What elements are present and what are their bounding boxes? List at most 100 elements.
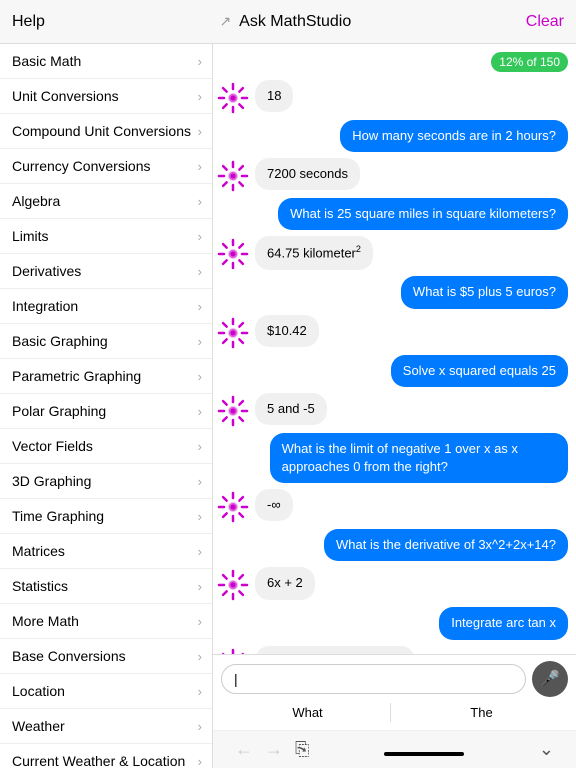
bot-message: 6x + 2: [255, 567, 315, 599]
sidebar-item-label: Base Conversions: [12, 648, 126, 664]
sidebar-item[interactable]: Current Weather & Location ›: [0, 744, 212, 768]
user-message: What is the derivative of 3x^2+2x+14?: [324, 529, 568, 561]
msg-row: Solve x squared equals 25: [217, 355, 568, 387]
sidebar-item[interactable]: Unit Conversions ›: [0, 79, 212, 114]
bot-avatar: [217, 160, 249, 192]
sidebar-item[interactable]: Polar Graphing›: [0, 394, 212, 429]
msg-row: 7200 seconds: [217, 158, 568, 192]
msg-row: What is $5 plus 5 euros?: [217, 276, 568, 308]
sidebar-item[interactable]: Basic Math ›: [0, 44, 212, 79]
msg-row: 18: [217, 80, 568, 114]
autocomplete-what[interactable]: What: [225, 703, 391, 722]
sidebar-item-label: Integration: [12, 298, 78, 314]
header-title: Ask MathStudio: [239, 13, 351, 31]
chevron-right-icon: ›: [198, 369, 202, 384]
chevron-right-icon: ›: [198, 334, 202, 349]
sidebar-item[interactable]: Matrices ›: [0, 534, 212, 569]
sidebar-item[interactable]: Derivatives›: [0, 254, 212, 289]
sidebar-item[interactable]: Integration ›: [0, 289, 212, 324]
bot-avatar: [217, 395, 249, 427]
sidebar-item[interactable]: Limits ›: [0, 219, 212, 254]
chevron-right-icon: ›: [198, 89, 202, 104]
input-row: 🎤: [221, 661, 568, 697]
sidebar-item-label: Matrices: [12, 543, 65, 559]
mic-button[interactable]: 🎤: [532, 661, 568, 697]
sidebar-item-label: 3D Graphing: [12, 473, 91, 489]
percent-badge: 12% of 150: [491, 52, 568, 72]
clipboard-button[interactable]: ⎘: [289, 737, 315, 762]
redo-button[interactable]: →: [259, 737, 289, 762]
chevron-right-icon: ›: [198, 299, 202, 314]
user-message: Integrate arc tan x: [439, 607, 568, 639]
sidebar-item-label: Polar Graphing: [12, 403, 106, 419]
sidebar-item-label: Unit Conversions: [12, 88, 119, 104]
user-message: Solve x squared equals 25: [391, 355, 568, 387]
sidebar-item[interactable]: Parametric Graphing›: [0, 359, 212, 394]
sidebar-item[interactable]: Compound Unit Conversions›: [0, 114, 212, 149]
clear-button[interactable]: Clear: [526, 13, 564, 31]
sidebar: Basic Math›Unit Conversions›Compound Uni…: [0, 44, 213, 768]
chevron-right-icon: ›: [198, 579, 202, 594]
sidebar-item[interactable]: Vector Fields ›: [0, 429, 212, 464]
user-message: What is $5 plus 5 euros?: [401, 276, 568, 308]
bottom-toolbar: ← → ⎘ ⌄: [213, 730, 576, 768]
bot-message: −½ ln(x2 + 1) + xatan(x): [255, 646, 415, 655]
user-message: What is 25 square miles in square kilome…: [278, 198, 568, 230]
sidebar-item[interactable]: Basic Graphing ›: [0, 324, 212, 359]
chevron-right-icon: ›: [198, 544, 202, 559]
expand-icon[interactable]: ↗: [219, 13, 231, 30]
bot-avatar: [217, 317, 249, 349]
msg-row: What is the derivative of 3x^2+2x+14?: [217, 529, 568, 561]
home-indicator: [384, 752, 464, 756]
chevron-right-icon: ›: [198, 509, 202, 524]
chevron-right-icon: ›: [198, 159, 202, 174]
chat-input[interactable]: [221, 664, 526, 694]
user-message: What is the limit of negative 1 over x a…: [270, 433, 568, 483]
keyboard-hide-button[interactable]: ⌄: [533, 737, 560, 762]
sidebar-item-label: Derivatives: [12, 263, 81, 279]
bot-message: 64.75 kilometer2: [255, 236, 373, 270]
sidebar-item-label: Current Weather & Location: [12, 753, 185, 768]
input-bar: 🎤 What The: [213, 654, 576, 730]
chevron-right-icon: ›: [198, 719, 202, 734]
msg-row: 5 and -5: [217, 393, 568, 427]
autocomplete-row: What The: [221, 701, 568, 724]
help-button[interactable]: Help: [12, 13, 45, 31]
sidebar-item[interactable]: Location›: [0, 674, 212, 709]
chevron-right-icon: ›: [198, 614, 202, 629]
autocomplete-the[interactable]: The: [399, 703, 564, 722]
chevron-right-icon: ›: [198, 474, 202, 489]
msg-row: 64.75 kilometer2: [217, 236, 568, 270]
main-content: Basic Math›Unit Conversions›Compound Uni…: [0, 44, 576, 768]
sidebar-item[interactable]: Weather ›: [0, 709, 212, 744]
sidebar-item-label: Algebra: [12, 193, 60, 209]
sidebar-item[interactable]: Base Conversions ›: [0, 639, 212, 674]
sidebar-item-label: Location: [12, 683, 65, 699]
sidebar-item-label: More Math: [12, 613, 79, 629]
chevron-right-icon: ›: [198, 439, 202, 454]
chevron-right-icon: ›: [198, 754, 202, 768]
bot-message: 18: [255, 80, 293, 112]
sidebar-item[interactable]: Algebra›: [0, 184, 212, 219]
msg-row: Integrate arc tan x: [217, 607, 568, 639]
sidebar-item-label: Basic Graphing: [12, 333, 108, 349]
chevron-right-icon: ›: [198, 54, 202, 69]
chevron-right-icon: ›: [198, 649, 202, 664]
bot-message: $10.42: [255, 315, 319, 347]
sidebar-item[interactable]: Statistics›: [0, 569, 212, 604]
sidebar-item[interactable]: 3D Graphing ›: [0, 464, 212, 499]
chevron-right-icon: ›: [198, 229, 202, 244]
sidebar-item[interactable]: Time Graphing ›: [0, 499, 212, 534]
bot-avatar: [217, 238, 249, 270]
sidebar-item-label: Limits: [12, 228, 49, 244]
sidebar-item-label: Vector Fields: [12, 438, 93, 454]
sidebar-item[interactable]: Currency Conversions›: [0, 149, 212, 184]
undo-button[interactable]: ←: [229, 737, 259, 762]
sidebar-item-label: Time Graphing: [12, 508, 104, 524]
user-message: How many seconds are in 2 hours?: [340, 120, 568, 152]
sidebar-item[interactable]: More Math ›: [0, 604, 212, 639]
chevron-right-icon: ›: [198, 124, 202, 139]
msg-row: What is the limit of negative 1 over x a…: [217, 433, 568, 483]
sidebar-item-label: Basic Math: [12, 53, 81, 69]
sidebar-item-label: Weather: [12, 718, 65, 734]
